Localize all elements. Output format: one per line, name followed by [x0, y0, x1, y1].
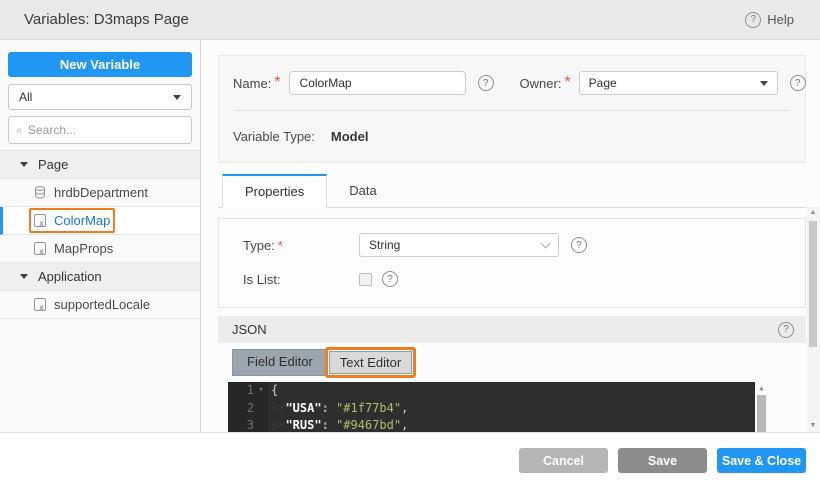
- json-section: JSON ? Field Editor Text Editor 1 ▾ {2 …: [218, 316, 806, 432]
- content-scrollbar-thumb[interactable]: [809, 221, 817, 347]
- owner-label: Owner:: [519, 75, 562, 91]
- field-editor-button[interactable]: Field Editor: [233, 350, 327, 375]
- variables-sidebar: New Variable All Page: [0, 40, 201, 432]
- help-link[interactable]: ? Help: [745, 11, 794, 28]
- caret-down-icon: [20, 162, 28, 167]
- variable-header-form: Name: * ? Owner: * Page ?: [218, 55, 806, 163]
- owner-help-icon[interactable]: ?: [789, 75, 806, 91]
- tree-group-application[interactable]: Application: [0, 263, 200, 291]
- tree-item-supportedlocale[interactable]: supportedLocale: [0, 291, 200, 319]
- model-variable-icon: [34, 214, 46, 228]
- save-and-close-button[interactable]: Save & Close: [717, 448, 806, 473]
- tree-group-page[interactable]: Page: [0, 151, 200, 179]
- code-line: 2 ··"USA": "#1f77b4",: [228, 400, 768, 418]
- text-editor-button[interactable]: Text Editor: [328, 351, 413, 374]
- json-code-editor[interactable]: 1 ▾ { 2 ··"USA": "#1f77b4", 3 ··"RUS": "…: [228, 382, 768, 432]
- editor-scrollbar[interactable]: ▲: [755, 382, 768, 432]
- fold-caret-icon[interactable]: ▾: [254, 382, 268, 400]
- tree-group-label: Application: [38, 269, 102, 284]
- owner-select[interactable]: Page: [578, 71, 778, 95]
- tree-group-label: Page: [38, 157, 69, 172]
- type-help-icon[interactable]: ?: [571, 237, 587, 253]
- tab-properties[interactable]: Properties: [222, 174, 328, 208]
- caret-down-icon: [20, 274, 28, 279]
- variable-search: [8, 116, 192, 144]
- name-label: Name:: [233, 75, 272, 91]
- service-variable-icon: [35, 186, 45, 199]
- editor-scrollbar-thumb[interactable]: [757, 395, 766, 432]
- model-variable-icon: [34, 242, 46, 256]
- new-variable-button[interactable]: New Variable: [8, 52, 192, 77]
- select-arrow-icon: [173, 94, 181, 100]
- tree-item-hrdbdepartment[interactable]: hrdbDepartment: [0, 179, 200, 207]
- editor-mode-toggle: Field Editor Text Editor: [232, 347, 417, 378]
- tree-item-label: MapProps: [54, 241, 114, 256]
- required-asterisk: *: [564, 74, 571, 91]
- variable-filter-select[interactable]: All: [8, 84, 192, 110]
- type-value: String: [369, 238, 401, 252]
- variable-detail-panel: Name: * ? Owner: * Page ?: [201, 40, 820, 432]
- tree-item-label: ColorMap: [54, 213, 111, 228]
- scroll-up-icon[interactable]: ▲: [755, 382, 768, 395]
- code-line: 3 ··"RUS": "#9467bd",: [228, 417, 768, 432]
- select-arrow-icon: [759, 80, 768, 86]
- dialog-titlebar: Variables: D3maps Page ? Help: [0, 0, 820, 40]
- is-list-help-icon[interactable]: ?: [382, 271, 398, 287]
- scroll-up-icon[interactable]: ▲: [807, 207, 819, 219]
- tree-item-colormap[interactable]: ColorMap: [0, 207, 200, 235]
- tree-item-mapprops[interactable]: MapProps: [0, 235, 200, 263]
- tree-item-label: supportedLocale: [54, 297, 151, 312]
- is-list-label: Is List:: [243, 271, 281, 287]
- scroll-down-icon[interactable]: ▼: [807, 420, 819, 432]
- variable-type-label: Variable Type:: [233, 129, 315, 144]
- tab-data[interactable]: Data: [327, 174, 398, 207]
- line-number: 2: [246, 400, 254, 415]
- cancel-button[interactable]: Cancel: [519, 448, 608, 473]
- content-scrollbar[interactable]: ▲ ▼: [807, 207, 819, 432]
- properties-panel: Type: * String ? Is List: ?: [218, 218, 806, 308]
- required-asterisk: *: [277, 237, 283, 253]
- type-label: Type: *: [243, 237, 283, 253]
- model-variable-icon: [34, 298, 46, 312]
- line-number: 3: [246, 418, 254, 432]
- save-button[interactable]: Save: [618, 448, 707, 473]
- help-label: Help: [767, 12, 794, 27]
- line-number: 1: [246, 383, 254, 397]
- json-help-icon[interactable]: ?: [778, 321, 794, 338]
- chevron-down-icon: [540, 238, 551, 248]
- json-section-header: JSON ?: [218, 316, 806, 343]
- variable-type-value: Model: [330, 129, 369, 144]
- variables-tree: Page hrdbDepartment ColorMap: [0, 150, 200, 319]
- required-asterisk: *: [274, 74, 281, 91]
- name-input[interactable]: [288, 71, 466, 95]
- page-title: Variables: D3maps Page: [24, 11, 189, 28]
- tree-item-label: hrdbDepartment: [54, 185, 148, 200]
- is-list-checkbox[interactable]: [359, 272, 372, 286]
- variable-filter-value: All: [19, 90, 33, 104]
- name-help-icon[interactable]: ?: [477, 75, 494, 91]
- owner-value: Page: [588, 76, 617, 90]
- help-icon: ?: [745, 11, 762, 28]
- type-select[interactable]: String: [359, 233, 559, 257]
- search-input[interactable]: [28, 123, 183, 137]
- code-line: 1 ▾ {: [228, 382, 768, 400]
- search-icon: [17, 127, 22, 133]
- detail-tabbar: Properties Data: [218, 174, 806, 208]
- variables-dialog: Variables: D3maps Page ? Help New Variab…: [0, 0, 820, 489]
- json-title: JSON: [232, 322, 267, 337]
- dialog-footer: Cancel Save Save & Close: [0, 432, 820, 489]
